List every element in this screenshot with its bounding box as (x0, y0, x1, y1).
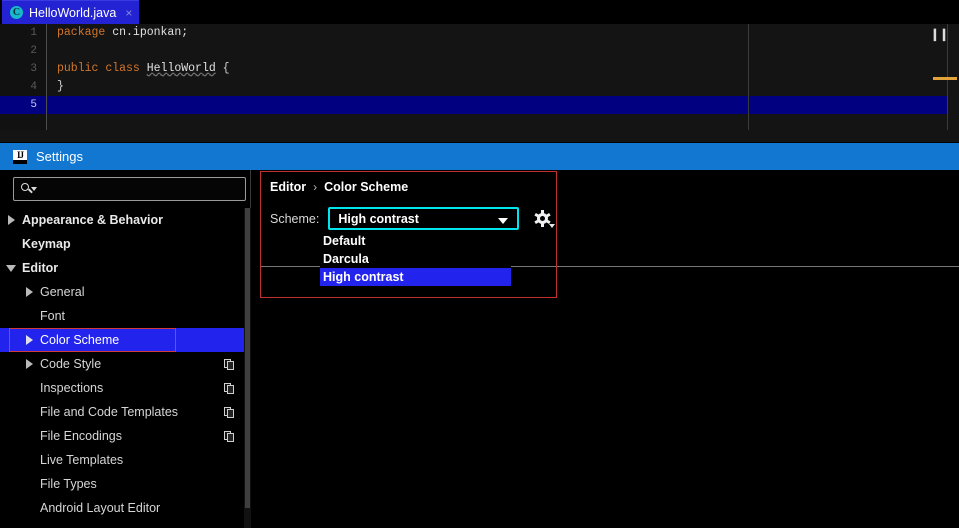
sidebar-item-android-layout-editor[interactable]: Android Layout Editor (0, 496, 244, 520)
settings-tree[interactable]: Appearance & Behavior Keymap Editor General… (0, 208, 244, 528)
search-box[interactable] (13, 177, 246, 201)
sidebar-scrollbar-thumb[interactable] (245, 208, 250, 508)
settings-dialog: IJ Settings Appearance & Behavior Keymap E… (0, 143, 959, 528)
scheme-label: Scheme: (270, 211, 320, 226)
warning-marker[interactable] (933, 77, 957, 80)
code-line[interactable] (48, 42, 959, 60)
intellij-idea-logo: IJ (13, 149, 27, 164)
code-line[interactable]: package cn.iponkan; (48, 24, 959, 42)
code-line[interactable]: } (48, 78, 959, 96)
editor-body: 12345 package cn.iponkan; public class H… (0, 24, 959, 142)
breadcrumb-leaf: Color Scheme (324, 180, 409, 194)
scheme-dropdown-list[interactable]: Default Darcula High contrast (320, 232, 511, 286)
code-token: package (57, 26, 106, 39)
sidebar-item-label: Font (40, 309, 66, 323)
sidebar-item-file-and-code-templates[interactable]: File and Code Templates (0, 400, 244, 424)
editor-tabbar: C HelloWorld.java × (0, 0, 959, 24)
sidebar-item-editor[interactable]: Editor (0, 256, 244, 280)
editor-tab-helloworld[interactable]: C HelloWorld.java × (2, 0, 140, 24)
project-settings-icon (224, 382, 235, 394)
breadcrumb: Editor › Color Scheme (270, 180, 408, 194)
scheme-dropdown-value: High contrast (338, 211, 419, 226)
sidebar-item-inspections[interactable]: Inspections (0, 376, 244, 400)
sidebar-item-label: Keymap (22, 237, 71, 251)
sidebar-item-label: General (40, 285, 85, 299)
code-token: public (57, 62, 99, 75)
editor-right-margin-line (748, 24, 749, 142)
settings-title: Settings (36, 149, 83, 164)
sidebar-item-file-types[interactable]: File Types (0, 472, 244, 496)
gear-icon[interactable] (534, 210, 556, 228)
sidebar-item-color-scheme[interactable]: Color Scheme (0, 328, 244, 352)
code-token: HelloWorld (146, 62, 216, 75)
project-settings-icon (224, 358, 235, 370)
breadcrumb-separator-icon: › (313, 180, 318, 194)
app-root: C HelloWorld.java × 12345 package cn.ipo… (0, 0, 959, 528)
gutter-line-number[interactable]: 1 (0, 24, 46, 42)
java-class-icon: C (10, 6, 23, 19)
dropdown-option[interactable]: Default (320, 232, 511, 250)
scheme-dropdown[interactable]: High contrast (328, 207, 520, 230)
search-icon (21, 182, 37, 196)
sidebar-item-label: File Types (40, 477, 97, 491)
close-icon[interactable]: × (125, 6, 132, 20)
sidebar-item-keymap[interactable]: Keymap (0, 232, 244, 256)
code-line[interactable] (48, 96, 959, 114)
code-token: { (215, 62, 230, 75)
editor-gutter: 12345 (0, 24, 47, 142)
sidebar-item-font[interactable]: Font (0, 304, 244, 328)
sidebar-scrollbar[interactable] (244, 208, 251, 528)
sidebar-item-code-style[interactable]: Code Style (0, 352, 244, 376)
sidebar-item-label: Appearance & Behavior (22, 213, 164, 227)
dropdown-option[interactable]: Darcula (320, 250, 511, 268)
sidebar-item-appearance-behavior[interactable]: Appearance & Behavior (0, 208, 244, 232)
editor-bottom-strip (0, 130, 959, 142)
sidebar-item-label: File Encodings (40, 429, 122, 443)
code-token: class (105, 62, 140, 75)
pause-icon[interactable]: ❙❙ (930, 27, 949, 41)
sidebar-item-label: Editor (22, 261, 59, 275)
code-line[interactable]: public class HelloWorld { (48, 60, 959, 78)
gutter-line-number[interactable]: 5 (0, 96, 46, 114)
project-settings-icon (224, 406, 235, 418)
sidebar-item-file-encodings[interactable]: File Encodings (0, 424, 244, 448)
sidebar-item-label: Live Templates (40, 453, 124, 467)
sidebar-item-label: File and Code Templates (40, 405, 179, 419)
gutter-line-number[interactable]: 4 (0, 78, 46, 96)
settings-body: Appearance & Behavior Keymap Editor General… (0, 170, 959, 528)
sidebar-item-label: Color Scheme (40, 333, 120, 347)
code-token: } (57, 80, 64, 93)
sidebar-item-general[interactable]: General (0, 280, 244, 304)
dropdown-option[interactable]: High contrast (320, 268, 511, 286)
gutter-line-number[interactable]: 2 (0, 42, 46, 60)
chevron-right-icon[interactable] (24, 334, 36, 346)
chevron-right-icon[interactable] (6, 214, 18, 226)
sidebar-item-label: Inspections (40, 381, 104, 395)
editor-marker-gutter[interactable] (947, 24, 959, 142)
sidebar-item-live-templates[interactable]: Live Templates (0, 448, 244, 472)
breadcrumb-root[interactable]: Editor (270, 180, 306, 194)
gutter-line-number[interactable]: 3 (0, 60, 46, 78)
project-settings-icon (224, 430, 235, 442)
chevron-right-icon[interactable] (24, 286, 36, 298)
settings-sidebar: Appearance & Behavior Keymap Editor General… (0, 170, 251, 528)
chevron-down-icon (498, 218, 509, 224)
chevron-down-icon[interactable] (6, 262, 18, 274)
editor-code-area[interactable]: package cn.iponkan; public class HelloWo… (48, 24, 959, 142)
sidebar-item-label: Code Style (40, 357, 102, 371)
chevron-right-icon[interactable] (24, 358, 36, 370)
search-input[interactable] (37, 179, 245, 199)
sidebar-item-label: Android Layout Editor (40, 501, 161, 515)
scheme-row: Scheme: High contrast (270, 207, 556, 230)
editor-tab-label: HelloWorld.java (29, 5, 117, 20)
settings-titlebar: IJ Settings (0, 143, 959, 170)
code-token: cn.iponkan; (105, 26, 189, 39)
settings-content-pane: Editor › Color Scheme Scheme: High contr… (252, 170, 959, 528)
